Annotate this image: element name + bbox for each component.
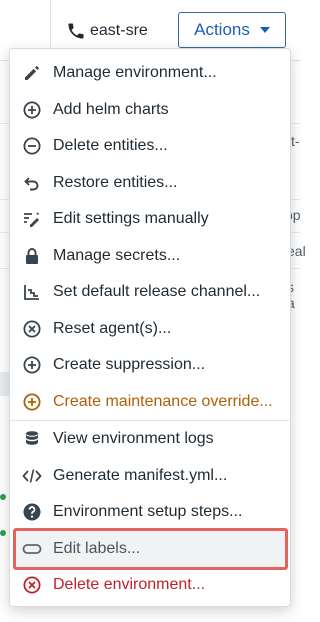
menu-item-label: Reset agent(s)...: [53, 319, 172, 337]
menu-item-view-environment-logs[interactable]: View environment logs: [10, 421, 290, 458]
menu-item-add-helm-charts[interactable]: Add helm charts: [10, 92, 290, 129]
menu-item-label: Edit labels...: [53, 539, 141, 557]
menu-item-manage-secrets[interactable]: Manage secrets...: [10, 238, 290, 275]
menu-item-label: Create maintenance override...: [53, 392, 273, 410]
actions-label: Actions: [194, 20, 250, 39]
x-circle-icon: [22, 575, 42, 595]
menu-item-label: Add helm charts: [53, 100, 169, 118]
menu-item-manage-environment[interactable]: Manage environment...: [10, 55, 290, 92]
plus-circle-icon: [22, 355, 42, 375]
plus-circle-icon: [22, 100, 42, 120]
actions-menu: Manage environment... Add helm charts De…: [9, 48, 291, 607]
undo-icon: [22, 173, 42, 193]
database-icon: [22, 429, 42, 449]
menu-item-restore-entities[interactable]: Restore entities...: [10, 165, 290, 202]
menu-item-label: Manage secrets...: [53, 246, 181, 264]
menu-item-edit-labels[interactable]: Edit labels...: [10, 531, 290, 568]
label-icon: [22, 539, 42, 559]
menu-item-delete-entities[interactable]: Delete entities...: [10, 128, 290, 165]
menu-item-environment-setup-steps[interactable]: Environment setup steps...: [10, 494, 290, 531]
menu-item-label: Manage environment...: [53, 64, 217, 82]
environment-indicator: east-sre: [66, 18, 148, 44]
menu-item-label: Edit settings manually: [53, 210, 209, 228]
minus-circle-icon: [22, 136, 42, 156]
menu-item-label: Delete entities...: [53, 137, 168, 155]
menu-item-create-maintenance-override[interactable]: Create maintenance override...: [10, 384, 290, 421]
menu-item-label: View environment logs: [53, 430, 214, 448]
menu-item-generate-manifest[interactable]: Generate manifest.yml...: [10, 458, 290, 495]
help-icon: [22, 502, 42, 522]
plus-circle-icon: [22, 392, 42, 412]
environment-name: east-sre: [90, 22, 148, 39]
caret-down-icon: [259, 27, 270, 33]
menu-item-label: Environment setup steps...: [53, 503, 243, 521]
menu-item-label: Delete environment...: [53, 576, 206, 594]
menu-item-create-suppression[interactable]: Create suppression...: [10, 347, 290, 384]
pencil-icon: [22, 63, 42, 83]
menu-item-reset-agents[interactable]: Reset agent(s)...: [10, 311, 290, 348]
edit-settings-icon: [22, 209, 42, 229]
menu-item-label: Create suppression...: [53, 356, 206, 374]
menu-item-set-default-release-channel[interactable]: Set default release channel...: [10, 274, 290, 311]
menu-item-label: Set default release channel...: [53, 283, 261, 301]
x-circle-icon: [22, 319, 42, 339]
release-channel-icon: [22, 282, 42, 302]
phone-icon: [68, 23, 84, 39]
menu-item-edit-settings-manually[interactable]: Edit settings manually: [10, 201, 290, 238]
menu-item-delete-environment[interactable]: Delete environment...: [10, 567, 290, 604]
status-dot: [0, 530, 6, 536]
code-icon: [22, 466, 42, 486]
actions-button[interactable]: Actions: [178, 12, 286, 48]
menu-item-label: Restore entities...: [53, 173, 178, 191]
status-dot: [0, 494, 6, 500]
lock-icon: [22, 246, 42, 266]
menu-item-label: Generate manifest.yml...: [53, 466, 228, 484]
